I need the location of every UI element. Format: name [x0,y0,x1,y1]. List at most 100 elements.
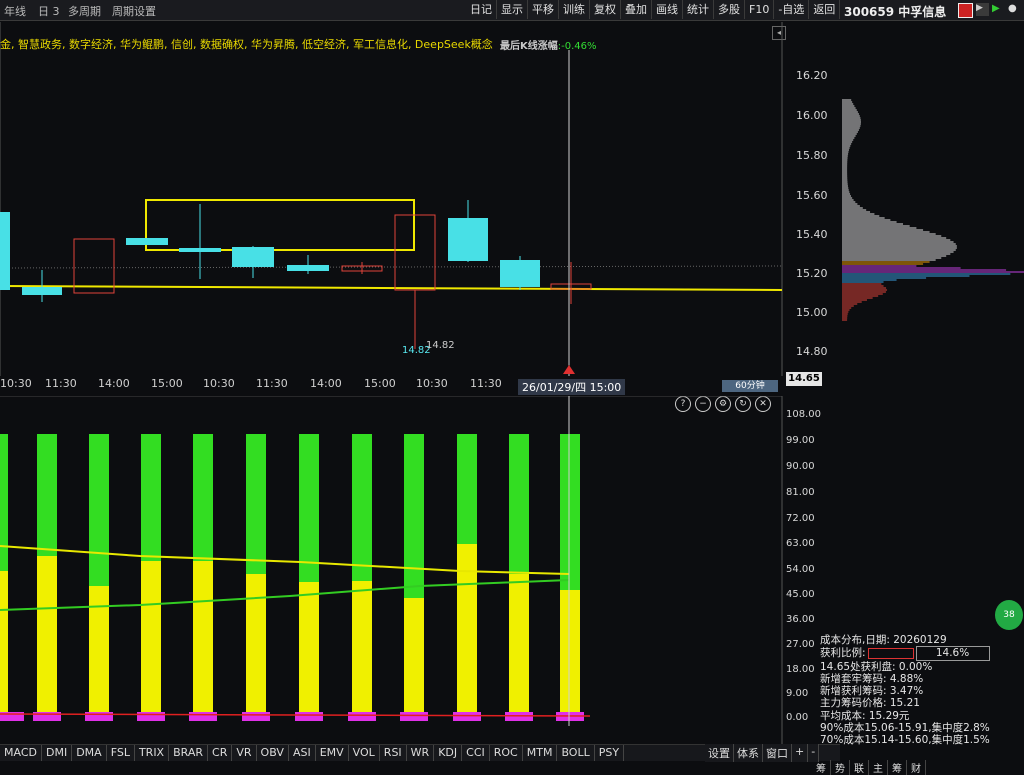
indicator-tab[interactable]: CR [208,745,233,761]
indicator-yellow-line [0,545,570,575]
indicator-bar-yellow [352,581,372,712]
window-icons: ▶ ▶ ● [958,3,1021,18]
indicator-tab[interactable]: WR [407,745,435,761]
candle [179,248,221,252]
toolbar-tabs: 日记 显示 平移 训练 复权 叠加 画线 统计 多股 F10 -自选 返回 [466,0,841,20]
candle [500,260,540,287]
tab-period-settings[interactable]: 周期设置 [112,3,156,19]
toolbar-tab[interactable]: -自选 [774,0,810,19]
indicator-bar-magenta [137,712,165,721]
stat-row: 70%成本15.14-15.60,集中度1.5% [820,734,990,747]
cursor-arrow-icon [563,365,575,374]
candle [0,212,10,290]
indicator-right-tab[interactable]: 窗口 [763,744,792,762]
indicator-bar-yellow [509,574,529,712]
time-tick: 14:00 [98,377,130,390]
toolbar-tab[interactable]: 画线 [652,0,683,19]
indicator-tick: 72.00 [786,513,815,524]
indicator-tab[interactable]: TRIX [135,745,170,761]
indicator-tick: 18.00 [786,664,815,675]
indicator-tab[interactable]: OBV [257,745,289,761]
indicator-tab[interactable]: BRAR [169,745,209,761]
indicator-tab[interactable]: ASI [289,745,316,761]
indicator-right-tab[interactable]: 设置 [705,744,734,762]
low-price-annotation: 14.82 [426,340,455,351]
period-label: 60分钟 [722,380,778,392]
chip-distribution-chart [842,99,1024,321]
indicator-right-tabs: 设置 体系 窗口 + - [705,744,820,762]
indicator-tab[interactable]: PSY [595,745,625,761]
green-arrow-icon[interactable]: ▶ [992,3,1005,16]
indicator-chart[interactable] [0,396,840,744]
indicator-tab[interactable]: EMV [316,745,349,761]
toolbar-tab[interactable]: 显示 [497,0,528,19]
indicator-tab[interactable]: VR [232,745,257,761]
indicator-bar-magenta [453,712,481,721]
indicator-tab[interactable]: BOLL [557,745,595,761]
indicator-bar-yellow [457,544,477,712]
indicator-tab[interactable]: VOL [349,745,380,761]
indicator-bar-magenta [33,712,61,721]
time-tick: 15:00 [151,377,183,390]
time-tick: 15:00 [364,377,396,390]
indicator-tab[interactable]: MTM [523,745,558,761]
toolbar-tab[interactable]: 日记 [466,0,497,19]
indicator-tab[interactable]: FSL [107,745,135,761]
tab-year-line[interactable]: 年线 [4,3,26,19]
distribution-title: 成本分布,日期: 20260129 [820,634,947,646]
price-tick: 15.20 [796,267,828,280]
distribution-stats: 成本分布,日期: 20260129 获利比例: 14.6% 14.65处获利盘: … [820,634,1020,747]
indicator-bar-green [89,434,109,586]
stat-row: 平均成本: 15.29元 [820,709,910,722]
indicator-tab[interactable]: RSI [380,745,407,761]
dot-icon[interactable]: ● [1008,3,1021,16]
indicator-right-tab[interactable]: 体系 [734,744,763,762]
indicator-tab[interactable]: KDJ [434,745,463,761]
indicator-tab[interactable]: DMI [42,745,73,761]
indicator-tick: 0.00 [786,712,809,723]
price-tick: 15.80 [796,149,828,162]
indicator-tab[interactable]: MACD [0,745,42,761]
indicator-tab[interactable]: DMA [72,745,107,761]
indicator-tick: 108.00 [786,409,821,420]
profit-ratio-value: 14.6% [915,646,990,661]
indicator-bars [0,434,584,721]
indicator-bar-green [299,434,319,582]
toolbar-tab[interactable]: 平移 [528,0,559,19]
candle [22,287,62,295]
tab-day[interactable]: 日 3 [38,3,60,19]
candlestick-chart[interactable] [0,22,840,376]
arrow-icon[interactable]: ▶ [976,3,989,16]
stock-code: 300659 中孚信息 [844,5,947,19]
indicator-tick: 81.00 [786,487,815,498]
toolbar-tab[interactable]: 多股 [714,0,745,19]
indicator-bar-magenta [400,712,428,721]
indicator-tab[interactable]: ROC [490,745,523,761]
indicator-bar-yellow [89,586,109,712]
time-tick: 10:30 [203,377,235,390]
tab-multi-period[interactable]: 多周期 [68,3,101,19]
toolbar-tab[interactable]: 叠加 [621,0,652,19]
indicator-tab[interactable]: CCI [462,745,490,761]
toolbar-tab[interactable]: 训练 [559,0,590,19]
toolbar-tab[interactable]: 统计 [683,0,714,19]
indicator-bar-green [457,434,477,544]
toolbar-tab[interactable]: 返回 [809,0,841,19]
chip-distribution-lines [842,99,1024,321]
indicator-bar-yellow [404,598,424,712]
red-flag-icon[interactable] [958,3,973,18]
candles [0,200,592,349]
toolbar-tab[interactable]: 复权 [590,0,621,19]
candle [232,247,274,267]
indicator-bar-yellow [193,561,213,712]
indicator-bar-magenta [85,712,113,721]
time-tick: 10:30 [416,377,448,390]
toolbar-tab[interactable]: F10 [745,0,775,19]
time-tick: 11:30 [45,377,77,390]
stat-row: 90%成本15.06-15.91,集中度2.8% [820,722,990,735]
time-tick: 11:30 [256,377,288,390]
indicator-right-tab[interactable]: + [792,744,809,762]
profit-ratio-label: 获利比例: [820,647,866,660]
time-tick: 10:30 [0,377,32,390]
floating-badge[interactable]: 38 [995,600,1023,630]
